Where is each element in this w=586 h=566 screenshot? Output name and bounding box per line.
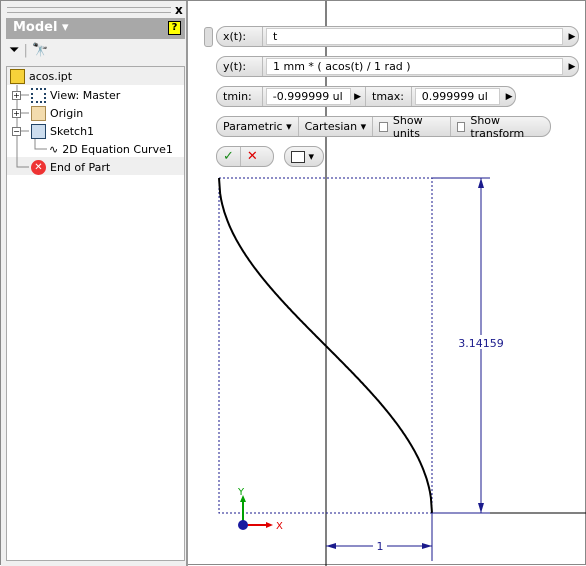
tree-label: acos.ipt (29, 69, 73, 83)
tree-label: View: Master (50, 88, 121, 102)
triad-x-label: X (276, 521, 283, 532)
expand-origin[interactable]: + (12, 109, 21, 118)
cancel-x-icon[interactable]: ✕ (241, 147, 264, 166)
range-row: tmin: -0.999999 ul ▶ tmax: 0.999999 ul ▶ (216, 86, 516, 107)
coords-value: Cartesian (304, 120, 358, 133)
tree-item-origin[interactable]: Origin (31, 104, 83, 122)
view-icon (31, 87, 46, 103)
height-dimension-label: 3.14159 (458, 337, 504, 350)
model-header[interactable]: Model ▾ ? (6, 18, 185, 39)
options-menu-button[interactable]: ▾ (284, 146, 324, 167)
tree-item-sketch[interactable]: Sketch1 (31, 122, 94, 140)
y-label: y(t): (217, 57, 263, 76)
y-equation-input[interactable]: 1 mm * ( acos(t) / 1 rad ) (266, 58, 563, 75)
tree-item-part[interactable]: acos.ipt (10, 67, 72, 85)
tree-item-view[interactable]: View: Master (31, 86, 120, 104)
collapse-sketch[interactable]: − (12, 127, 21, 136)
show-units-label: Show units (392, 113, 423, 140)
model-browser: x Model ▾ ? ⏷ | 🔭 + + − acos.ipt View: M… (1, 1, 188, 566)
expand-view[interactable]: + (12, 91, 21, 100)
tmin-input[interactable]: -0.999999 ul (265, 88, 352, 105)
toolbar-grip[interactable] (204, 27, 213, 47)
part-icon (10, 68, 25, 84)
tree-label: Sketch1 (50, 124, 95, 138)
tree-item-end[interactable]: ✕ End of Part (31, 158, 110, 176)
tree-label: Origin (50, 106, 84, 120)
width-dimension-label: 1 (377, 540, 384, 553)
list-options-icon (291, 150, 305, 163)
close-icon[interactable]: x (175, 3, 183, 17)
ok-check-icon[interactable]: ✓ (217, 147, 241, 166)
find-icon[interactable]: 🔭 (32, 43, 48, 58)
folder-icon (31, 105, 46, 121)
x-equation-row: x(t): t ▶ (216, 26, 579, 47)
tmin-arrow[interactable]: ▶ (354, 87, 366, 106)
tmin-label: tmin: (217, 87, 263, 106)
tree-label: End of Part (50, 160, 111, 174)
triad-y-label: Y (237, 487, 245, 498)
tree-item-curve[interactable]: ∿ 2D Equation Curve1 (49, 140, 173, 158)
triad-origin (238, 520, 248, 530)
y-equation-row: y(t): 1 mm * ( acos(t) / 1 rad ) ▶ (216, 56, 579, 77)
panel-title: Model (13, 20, 58, 35)
type-value: Parametric (223, 120, 283, 133)
coords-dropdown[interactable]: Cartesian ▾ (299, 117, 374, 136)
end-of-part-icon: ✕ (31, 159, 46, 175)
x-equation-input[interactable]: t (266, 28, 563, 45)
show-transform-label: Show transform (470, 113, 525, 140)
options-row: Parametric ▾ Cartesian ▾ Show units Show… (216, 114, 551, 140)
x-label: x(t): (217, 27, 263, 46)
ok-cancel-group: ✓ ✕ (216, 146, 274, 167)
browser-tree: + + − acos.ipt View: Master Origin Sketc… (6, 66, 185, 561)
y-expand-arrow[interactable]: ▶ (566, 62, 578, 72)
tmax-arrow[interactable]: ▶ (503, 92, 515, 102)
help-icon[interactable]: ? (168, 21, 181, 35)
tree-label: 2D Equation Curve1 (62, 142, 173, 156)
filter-icon[interactable]: ⏷ (9, 43, 19, 58)
show-units-checkbox[interactable]: Show units (373, 114, 451, 140)
equation-curve-icon: ∿ (49, 142, 59, 156)
triad-x-arrow (266, 522, 273, 528)
tmax-input[interactable]: 0.999999 ul (414, 88, 501, 105)
panel-grip[interactable] (7, 7, 171, 13)
show-transform-checkbox[interactable]: Show transform (451, 114, 550, 140)
type-dropdown[interactable]: Parametric ▾ (217, 117, 299, 136)
sketch-icon (31, 123, 46, 139)
graphics-window[interactable]: 3.14159 1 Y X x(t): t ▶ y(t): 1 mm * ( acos… (190, 1, 586, 566)
tmax-label: tmax: (366, 87, 412, 106)
x-expand-arrow[interactable]: ▶ (566, 32, 578, 42)
